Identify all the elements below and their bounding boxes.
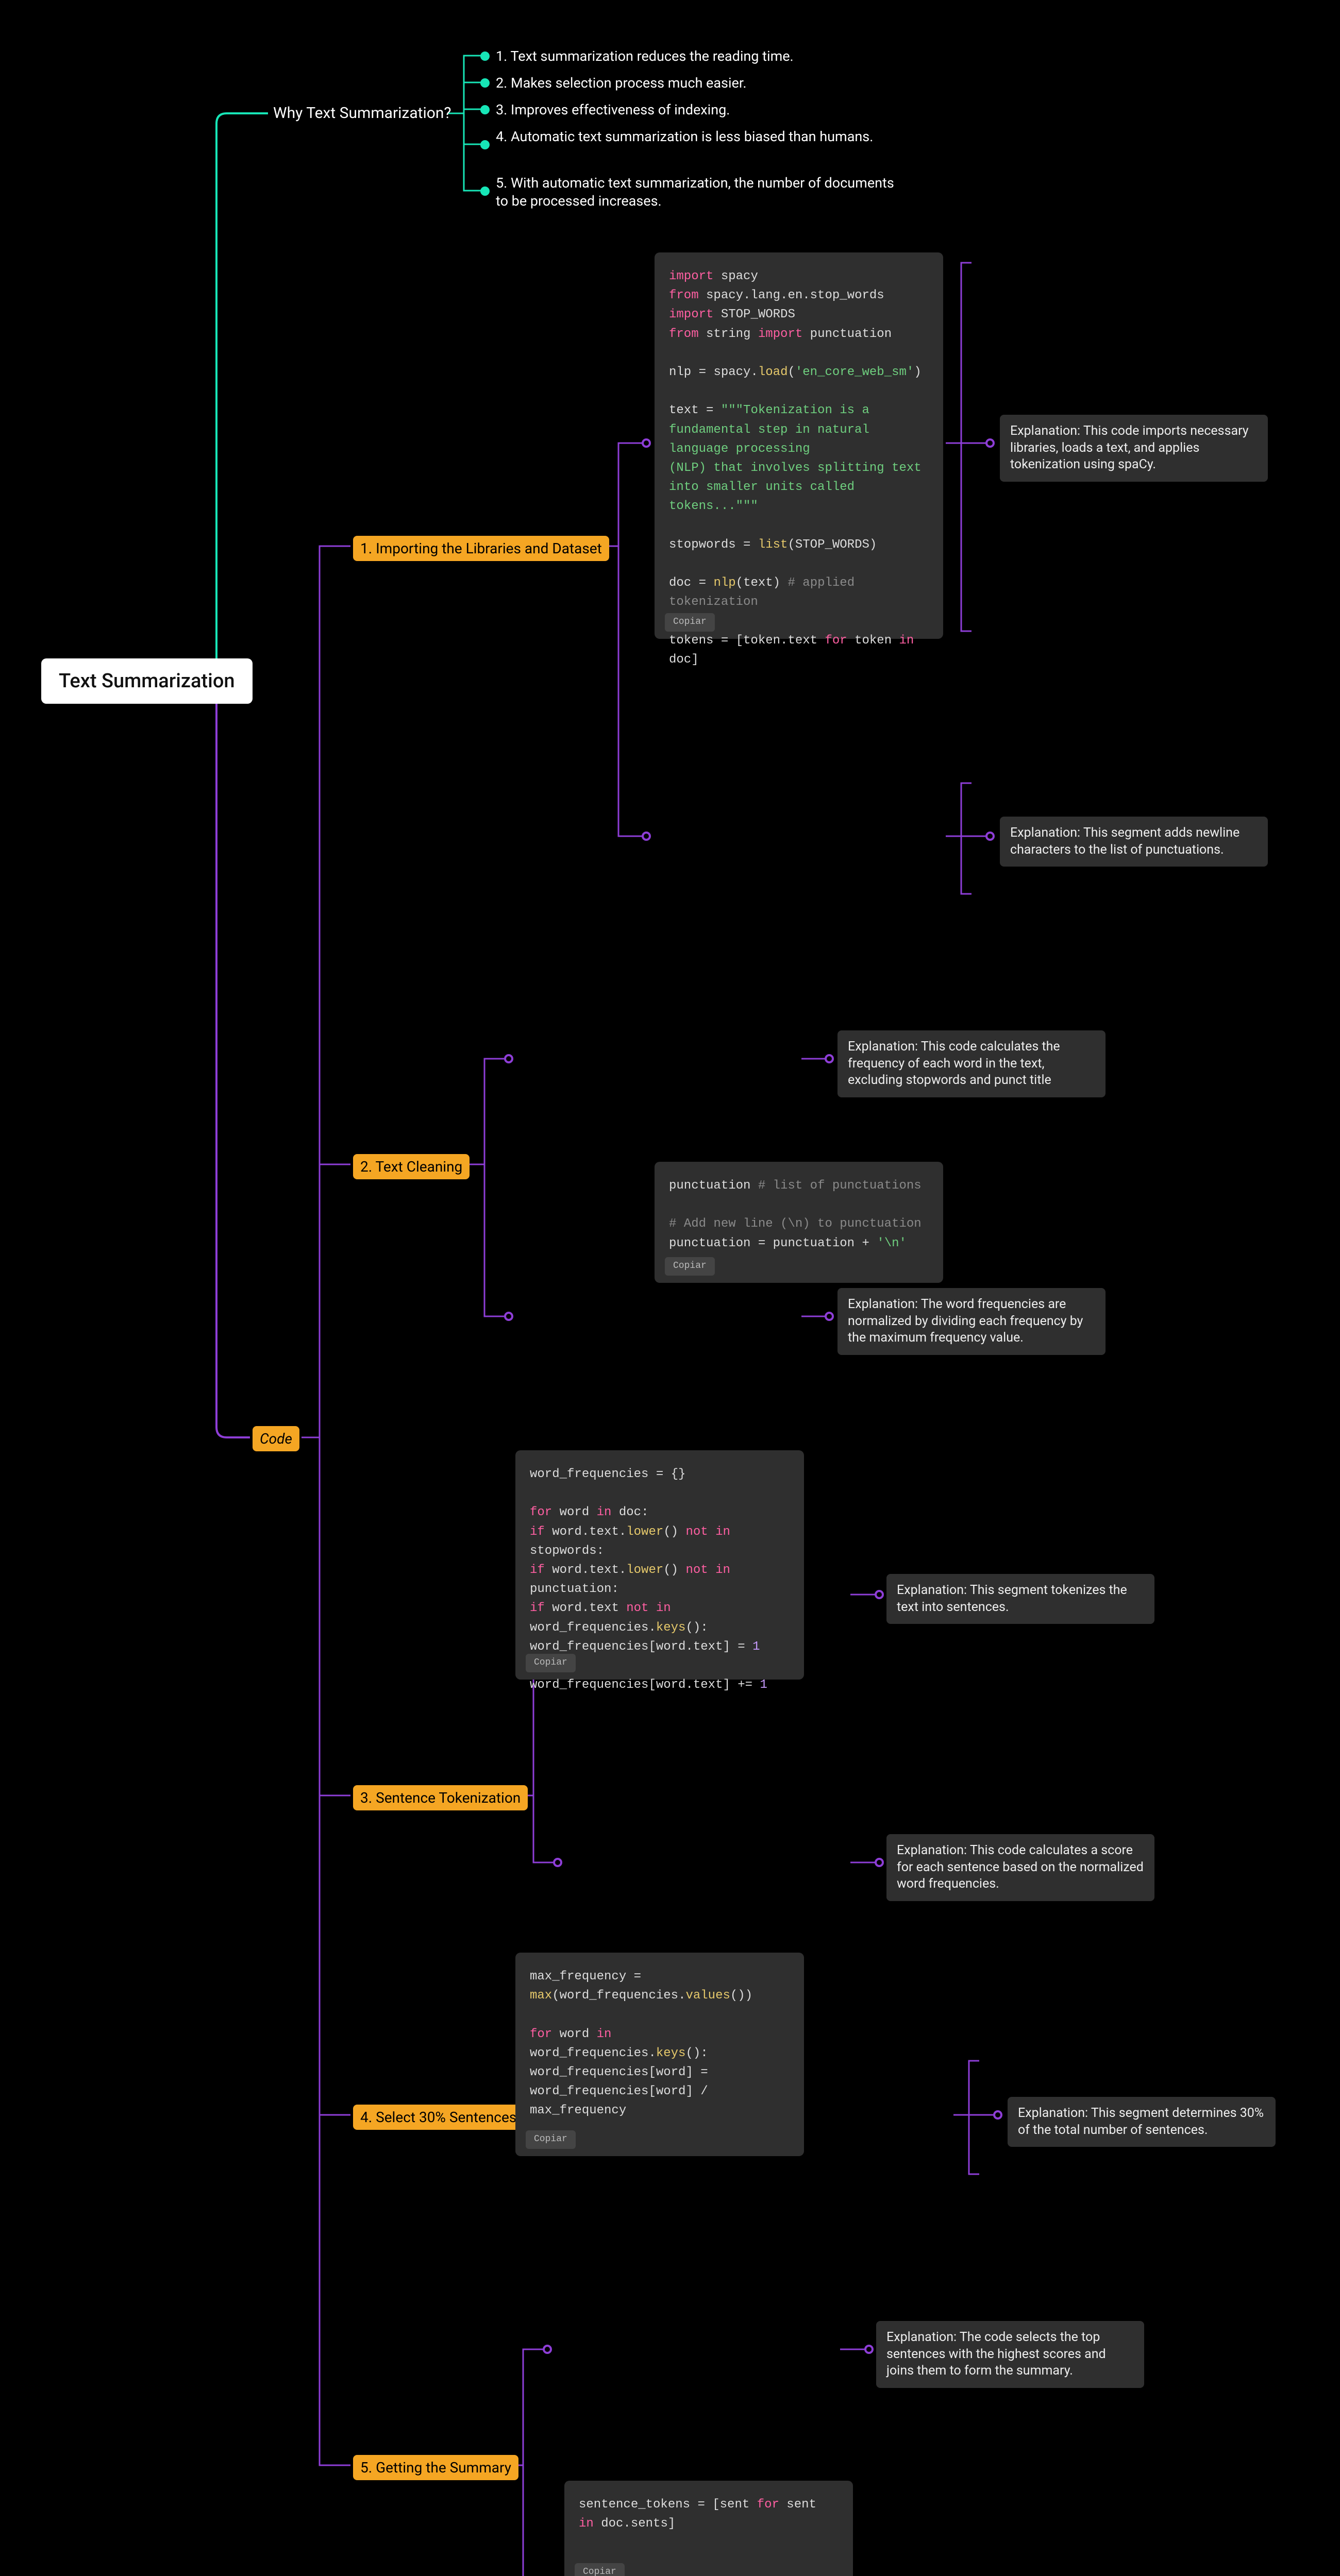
- copy-button[interactable]: Copiar: [526, 1654, 576, 1672]
- bullet-dot: [480, 78, 490, 88]
- connector-dot: [985, 832, 995, 841]
- why-item-4: 4. Automatic text summarization is less …: [496, 128, 873, 146]
- connector-dot: [993, 2110, 1002, 2120]
- root-title: Text Summarization: [59, 670, 235, 692]
- bullet-dot: [480, 187, 490, 196]
- root-node[interactable]: Text Summarization: [41, 658, 253, 704]
- copy-button[interactable]: Copiar: [665, 613, 715, 632]
- explanation-3a: Explanation: This segment tokenizes the …: [886, 1574, 1154, 1624]
- bullet-dot: [480, 52, 490, 61]
- connector-dot: [553, 1858, 562, 1867]
- explanation-2a: Explanation: This code calculates the fr…: [837, 1030, 1105, 1097]
- explanation-1a: Explanation: This code imports necessary…: [1000, 415, 1268, 482]
- connector-dot: [864, 2345, 874, 2354]
- step-5-label: 5. Getting the Summary: [360, 2459, 511, 2476]
- step-1-label: 1. Importing the Libraries and Dataset: [360, 540, 602, 557]
- code-block-2a: word_frequencies = {} for word in doc: i…: [515, 1450, 804, 1680]
- connector-dot: [875, 1858, 884, 1867]
- step-3-node[interactable]: 3. Sentence Tokenization: [353, 1785, 528, 1810]
- code-label: Code: [260, 1430, 292, 1447]
- explanation-1b: Explanation: This segment adds newline c…: [1000, 817, 1268, 867]
- connector-dot: [642, 438, 651, 448]
- bullet-dot: [480, 140, 490, 149]
- why-item-1: 1. Text summarization reduces the readin…: [496, 47, 794, 65]
- copy-button[interactable]: Copiar: [526, 2130, 576, 2149]
- step-5-node[interactable]: 5. Getting the Summary: [353, 2455, 518, 2480]
- why-item-3: 3. Improves effectiveness of indexing.: [496, 101, 730, 119]
- why-text-summarization-node[interactable]: Why Text Summarization?: [273, 104, 451, 122]
- why-item-2: 2. Makes selection process much easier.: [496, 74, 747, 92]
- explanation-2b: Explanation: The word frequencies are no…: [837, 1288, 1105, 1355]
- connector-dot: [825, 1054, 834, 1063]
- explanation-3b: Explanation: This code calculates a scor…: [886, 1834, 1154, 1901]
- why-item-5: 5. With automatic text summarization, th…: [496, 174, 898, 210]
- code-node[interactable]: Code: [253, 1426, 299, 1451]
- code-block-2b: max_frequency = max(word_frequencies.val…: [515, 1953, 804, 2156]
- step-3-label: 3. Sentence Tokenization: [360, 1789, 521, 1806]
- step-2-label: 2. Text Cleaning: [360, 1158, 462, 1175]
- code-block-1b: punctuation # list of punctuations # Add…: [655, 1162, 943, 1283]
- connector-dot: [985, 438, 995, 448]
- connector-dot: [875, 1590, 884, 1599]
- connector-dot: [642, 832, 651, 841]
- topic-label: Why Text Summarization?: [273, 104, 451, 122]
- connector-dot: [504, 1312, 513, 1321]
- code-block-3a: sentence_tokens = [sent for sent in doc.…: [564, 2481, 853, 2576]
- step-1-node[interactable]: 1. Importing the Libraries and Dataset: [353, 536, 609, 561]
- connector-dot: [543, 2345, 552, 2354]
- bullet-dot: [480, 105, 490, 114]
- code-block-1a: import spacy from spacy.lang.en.stop_wor…: [655, 252, 943, 639]
- step-2-node[interactable]: 2. Text Cleaning: [353, 1154, 470, 1179]
- explanation-5a: Explanation: The code selects the top se…: [876, 2321, 1144, 2388]
- connector-dot: [504, 1054, 513, 1063]
- copy-button[interactable]: Copiar: [575, 2563, 625, 2576]
- explanation-4: Explanation: This segment determines 30%…: [1008, 2097, 1276, 2147]
- copy-button[interactable]: Copiar: [665, 1257, 715, 1276]
- connector-dot: [825, 1312, 834, 1321]
